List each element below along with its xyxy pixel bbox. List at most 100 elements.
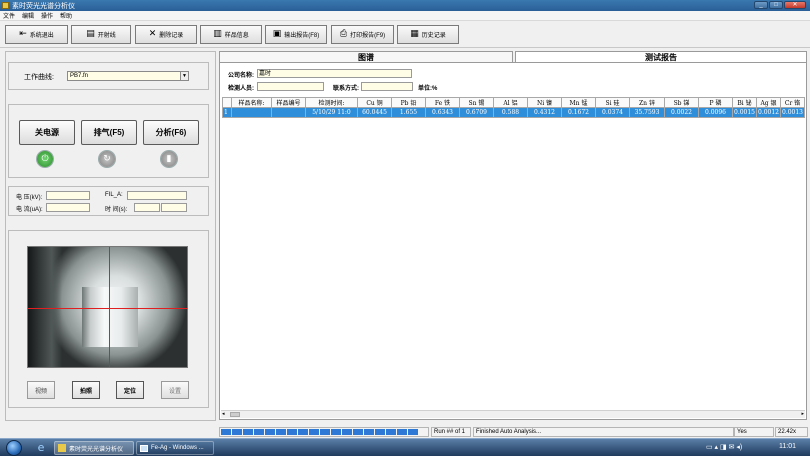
table-cell[interactable]: 0.0015 — [732, 107, 757, 118]
menu-help[interactable]: 帮助 — [60, 11, 72, 20]
column-header[interactable]: Ag 银 — [756, 97, 781, 108]
print-report-button[interactable]: ⎙ 打印报告(F9) — [331, 25, 394, 44]
column-header[interactable]: Si 硅 — [595, 97, 630, 108]
camera-view[interactable] — [27, 246, 188, 368]
voltage-field[interactable] — [46, 191, 90, 200]
table-cell[interactable] — [231, 107, 272, 118]
table-cell[interactable]: 0.1672 — [561, 107, 596, 118]
video-button[interactable]: 视频 — [27, 381, 55, 399]
chevron-down-icon[interactable]: ▼ — [180, 72, 188, 80]
table-cell[interactable]: 0.588 — [493, 107, 528, 118]
refresh-icon: ↻ — [99, 151, 115, 167]
time-field-elapsed[interactable] — [134, 203, 160, 212]
contact-field[interactable] — [361, 82, 413, 91]
table-cell[interactable]: 0.6343 — [425, 107, 460, 118]
company-field[interactable]: 嘉时 — [257, 69, 412, 78]
curve-value: PB7.fn — [70, 73, 89, 79]
settings-button[interactable]: 设置 — [161, 381, 189, 399]
power-icon: ⏻ — [37, 151, 53, 167]
table-cell[interactable]: 0.0012 — [756, 107, 781, 118]
taskbar-app-window-label: Fe-Ag - Windows ... — [151, 445, 204, 451]
current-field[interactable] — [46, 203, 90, 212]
table-cell[interactable]: 0.0374 — [595, 107, 630, 118]
report-panel: 公司名称: 嘉时 检测人员: 联系方式: 单位:% 样品名称: 样品编号 检测时… — [219, 62, 807, 420]
column-header[interactable]: Cr 铬 — [780, 97, 805, 108]
export-report-button[interactable]: ▣ 输出报告(F8) — [265, 25, 327, 44]
horizontal-scrollbar[interactable]: ◂ ▸ — [221, 410, 805, 418]
tray-icons[interactable]: ▭ ▴ ◨ ✉ ◂) — [706, 443, 742, 451]
fil-label: FIL_A: — [105, 192, 123, 198]
table-cell[interactable]: 60.0445 — [357, 107, 392, 118]
curve-select[interactable]: PB7.fn ▼ — [67, 71, 189, 81]
column-header[interactable]: Sn 锡 — [459, 97, 494, 108]
maximize-button[interactable]: □ — [769, 1, 783, 9]
delete-icon: ✕ — [148, 29, 157, 39]
tab-report[interactable]: 测试报告 — [515, 51, 807, 62]
table-cell[interactable]: 0.6709 — [459, 107, 494, 118]
table-cell[interactable]: 35.7593 — [629, 107, 665, 118]
table-cell[interactable]: 5/10/29 11:0 — [305, 107, 358, 118]
export-report-label: 输出报告(F8) — [284, 33, 320, 39]
tab-spectrum[interactable]: 图谱 — [219, 51, 513, 62]
table-row[interactable]: 1 5/10/29 11:0 60.0445 1.655 0.6343 0.67… — [222, 107, 805, 118]
company-label: 公司名称: — [228, 73, 254, 79]
power-off-button[interactable]: 关电源 — [19, 120, 75, 145]
yes-status: Yes — [734, 427, 774, 437]
table-cell[interactable]: 0.4312 — [527, 107, 562, 118]
column-header[interactable]: 样品名称: — [231, 97, 272, 108]
start-button[interactable] — [6, 440, 22, 456]
scrollbar-thumb[interactable] — [230, 412, 240, 417]
table-cell[interactable]: 0.0022 — [664, 107, 699, 118]
menu-file[interactable]: 文件 — [3, 11, 15, 20]
exit-system-button[interactable]: ⇤ 系统退出 — [5, 25, 68, 44]
exhaust-button[interactable]: 排气(F5) — [81, 120, 137, 145]
table-cell[interactable]: 0.0013 — [780, 107, 805, 118]
browser-icon[interactable]: e — [34, 441, 48, 455]
locate-button[interactable]: 定位 — [116, 381, 144, 399]
menu-edit[interactable]: 编辑 — [22, 11, 34, 20]
xray-on-button[interactable]: ▤ 开射线 — [71, 25, 131, 44]
delete-record-button[interactable]: ✕ 删除记录 — [135, 25, 197, 44]
inspector-field[interactable] — [257, 82, 324, 91]
column-header[interactable]: Pb 铅 — [391, 97, 426, 108]
column-header[interactable]: Fe 铁 — [425, 97, 460, 108]
progress-block — [320, 429, 330, 435]
taskbar-app-window[interactable]: Fe-Ag - Windows ... — [136, 441, 214, 455]
scroll-right-icon[interactable]: ▸ — [801, 411, 804, 418]
app-window: 素时荧光光谱分析仪 _ □ ✕ 文件 编辑 操作 帮助 ⇤ 系统退出 ▤ 开射线… — [0, 0, 810, 456]
minimize-button[interactable]: _ — [754, 1, 768, 9]
column-header[interactable]: Cu 铜 — [357, 97, 392, 108]
tab-strip: 图谱 测试报告 — [219, 51, 807, 62]
sample-icon: ▥ — [213, 29, 222, 39]
table-cell[interactable]: 1.655 — [391, 107, 426, 118]
sample-info-button[interactable]: ▥ 样品信息 — [200, 25, 262, 44]
taskbar-app-analyzer[interactable]: 素时荧光光谱分析仪 — [54, 441, 134, 455]
column-header[interactable]: 样品编号 — [271, 97, 306, 108]
close-button[interactable]: ✕ — [784, 1, 806, 9]
analyze-button[interactable]: 分析(F6) — [143, 120, 199, 145]
column-header[interactable]: P 磷 — [698, 97, 733, 108]
column-header[interactable]: Bi 铋 — [732, 97, 757, 108]
column-header[interactable]: Zn 锌 — [629, 97, 665, 108]
row-index-header — [222, 97, 232, 108]
sample-info-label: 样品信息 — [224, 33, 249, 39]
export-icon: ▣ — [272, 29, 282, 39]
crosshair-horizontal — [28, 308, 187, 309]
column-header[interactable]: Mn 锰 — [561, 97, 596, 108]
message-status: Finished Auto Analysis... — [473, 427, 734, 437]
column-header[interactable]: Sb 锑 — [664, 97, 699, 108]
exit-system-label: 系统退出 — [29, 33, 54, 39]
progress-block — [243, 429, 253, 435]
column-header[interactable]: Ni 镍 — [527, 97, 562, 108]
scroll-left-icon[interactable]: ◂ — [222, 411, 225, 418]
clock: 11:01 — [779, 443, 796, 450]
photo-button[interactable]: 拍照 — [72, 381, 100, 399]
menu-operate[interactable]: 操作 — [41, 11, 53, 20]
column-header[interactable]: Al 铝 — [493, 97, 528, 108]
fil-field[interactable] — [127, 191, 187, 200]
history-button[interactable]: ▦ 历史记录 — [397, 25, 459, 44]
time-field-total[interactable] — [161, 203, 187, 212]
table-cell[interactable]: 0.0096 — [698, 107, 733, 118]
column-header[interactable]: 检测时间: — [305, 97, 358, 108]
table-cell[interactable] — [271, 107, 306, 118]
